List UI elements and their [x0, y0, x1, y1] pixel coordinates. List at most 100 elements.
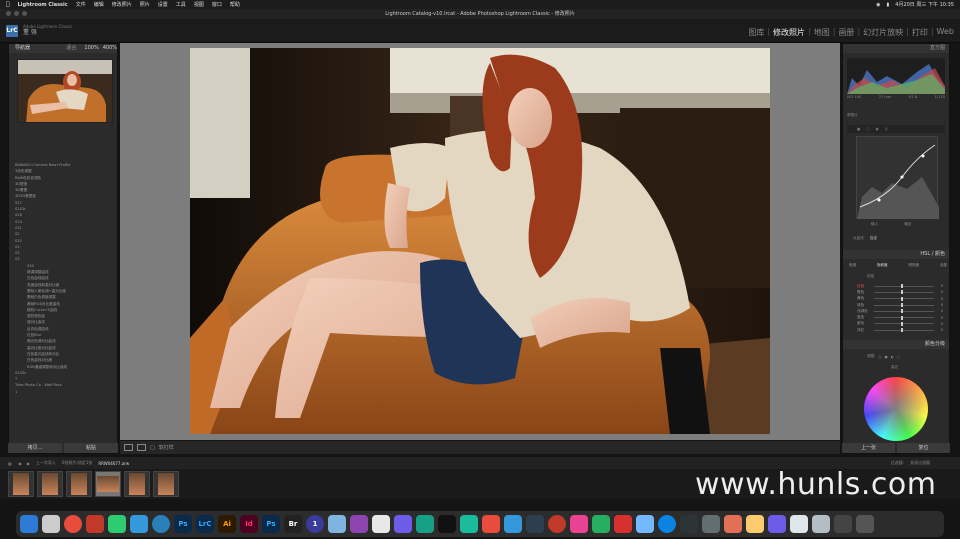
finder-icon[interactable]	[20, 515, 38, 533]
menu-settings[interactable]: 设置	[158, 1, 168, 8]
module-book[interactable]: 画册	[838, 27, 854, 38]
previous-button[interactable]: 上一张	[842, 443, 895, 453]
slider-knob[interactable]	[901, 303, 903, 308]
indesign-icon[interactable]: Id	[240, 515, 258, 533]
clock[interactable]: 4月20日 周三 下午 10:35	[895, 1, 954, 8]
menu-photo[interactable]: 照片	[140, 1, 150, 8]
close-button[interactable]	[6, 11, 11, 16]
app-icon[interactable]	[526, 515, 544, 533]
app-icon[interactable]	[746, 515, 764, 533]
slider-track[interactable]	[874, 309, 934, 314]
chrome-icon[interactable]	[64, 515, 82, 533]
wechat-icon[interactable]	[108, 515, 126, 533]
histogram-header[interactable]: 直方图	[843, 44, 949, 53]
cg-shadows-icon[interactable]: ●	[885, 355, 888, 359]
slider-knob[interactable]	[901, 315, 903, 320]
tab-all[interactable]: 全部	[940, 263, 947, 268]
app-icon[interactable]	[548, 515, 566, 533]
slider-knob[interactable]	[901, 284, 903, 289]
slider-track[interactable]	[874, 328, 934, 333]
menu-edit[interactable]: 编辑	[94, 1, 104, 8]
menu-develop[interactable]: 修改照片	[112, 1, 132, 8]
filter-select[interactable]: 关闭过滤器	[910, 460, 930, 466]
menu-view[interactable]: 视图	[194, 1, 204, 8]
app-icon[interactable]	[812, 515, 830, 533]
hsl-value[interactable]: 0	[937, 284, 943, 288]
list-item[interactable]: 1	[15, 389, 115, 395]
slider-knob[interactable]	[901, 309, 903, 314]
paste-button[interactable]: 粘贴	[64, 443, 118, 453]
tab-luminance[interactable]: 明亮度	[908, 263, 919, 268]
qq-icon[interactable]	[130, 515, 148, 533]
copy-button[interactable]: 拷贝...	[8, 443, 62, 453]
app-icon[interactable]	[636, 515, 654, 533]
color-wheel[interactable]	[864, 377, 928, 441]
app-icon[interactable]	[614, 515, 632, 533]
app-icon[interactable]	[724, 515, 742, 533]
redeye-icon[interactable]: ◉	[876, 127, 879, 131]
slider-track[interactable]	[874, 303, 934, 308]
cg-highlights-icon[interactable]: ○	[897, 355, 900, 359]
mask-icon[interactable]: ◎	[885, 127, 888, 131]
hsl-header[interactable]: HSL / 颜色	[843, 250, 949, 259]
app-icon[interactable]	[658, 515, 676, 533]
battery-icon[interactable]: ▮	[887, 2, 890, 8]
hsl-row[interactable]: 洋红 0	[857, 327, 943, 333]
histogram[interactable]	[847, 58, 945, 94]
app-icon[interactable]	[482, 515, 500, 533]
navigator-preview[interactable]	[17, 59, 113, 123]
hsl-value[interactable]: 0	[937, 322, 943, 326]
module-map[interactable]: 地图	[814, 27, 830, 38]
one-icon[interactable]: 1	[306, 515, 324, 533]
filmstrip-thumb[interactable]	[37, 471, 63, 497]
loupe-view-icon[interactable]	[124, 444, 133, 451]
forward-icon[interactable]: ▶	[27, 461, 30, 466]
crop-icon[interactable]: ▣	[857, 127, 860, 131]
menu-app-name[interactable]: Lightroom Classic	[18, 2, 68, 8]
main-photo[interactable]	[190, 48, 770, 434]
module-slideshow[interactable]: 幻灯片放映	[863, 27, 903, 38]
tab-saturation[interactable]: 饱和度	[877, 263, 888, 268]
before-after-icon[interactable]	[137, 444, 146, 451]
photos-icon[interactable]	[372, 515, 390, 533]
lightroom-icon[interactable]: LrC	[196, 515, 214, 533]
slider-track[interactable]	[874, 321, 934, 326]
menu-file[interactable]: 文件	[76, 1, 86, 8]
tab-hue[interactable]: 色相	[849, 263, 856, 268]
bridge-icon[interactable]: Br	[284, 515, 302, 533]
point-curve-value[interactable]: 自定	[870, 236, 877, 241]
minimize-button[interactable]	[14, 11, 19, 16]
cg-3way-icon[interactable]: ◎	[878, 355, 881, 359]
appstore-icon[interactable]	[504, 515, 522, 533]
menu-tools[interactable]: 工具	[176, 1, 186, 8]
filmstrip-source[interactable]: 上一次导入	[36, 460, 56, 466]
app-icon[interactable]	[834, 515, 852, 533]
module-develop[interactable]: 修改照片	[773, 27, 805, 38]
slider-knob[interactable]	[901, 296, 903, 301]
wps-icon[interactable]	[86, 515, 104, 533]
cg-midtones-icon[interactable]: ◐	[891, 355, 894, 359]
trash-icon[interactable]	[856, 515, 874, 533]
photoshop-beta-icon[interactable]: Ps	[262, 515, 280, 533]
soft-proof-checkbox[interactable]: □	[150, 445, 155, 451]
navigator-header[interactable]: 导航器 适合 100% 400%	[9, 44, 117, 53]
reset-button[interactable]: 复位	[897, 443, 950, 453]
module-print[interactable]: 打印	[912, 27, 928, 38]
nav-fit[interactable]: 适合	[66, 44, 80, 53]
wifi-icon[interactable]: ◉	[876, 2, 880, 8]
hsl-value[interactable]: 0	[937, 303, 943, 307]
module-web[interactable]: Web	[937, 27, 954, 38]
filmstrip-thumb[interactable]	[8, 471, 34, 497]
zoom-button[interactable]	[22, 11, 27, 16]
photoshop-icon[interactable]: Ps	[174, 515, 192, 533]
slider-knob[interactable]	[901, 290, 903, 295]
music-icon[interactable]	[570, 515, 588, 533]
color-grading-header[interactable]: 颜色分级	[843, 340, 949, 349]
slider-track[interactable]	[874, 315, 934, 320]
hsl-value[interactable]: 0	[937, 328, 943, 332]
settings-icon[interactable]	[702, 515, 720, 533]
slider-knob[interactable]	[901, 328, 903, 333]
slider-track[interactable]	[874, 290, 934, 295]
hsl-value[interactable]: 0	[937, 290, 943, 294]
menu-help[interactable]: 帮助	[230, 1, 240, 8]
